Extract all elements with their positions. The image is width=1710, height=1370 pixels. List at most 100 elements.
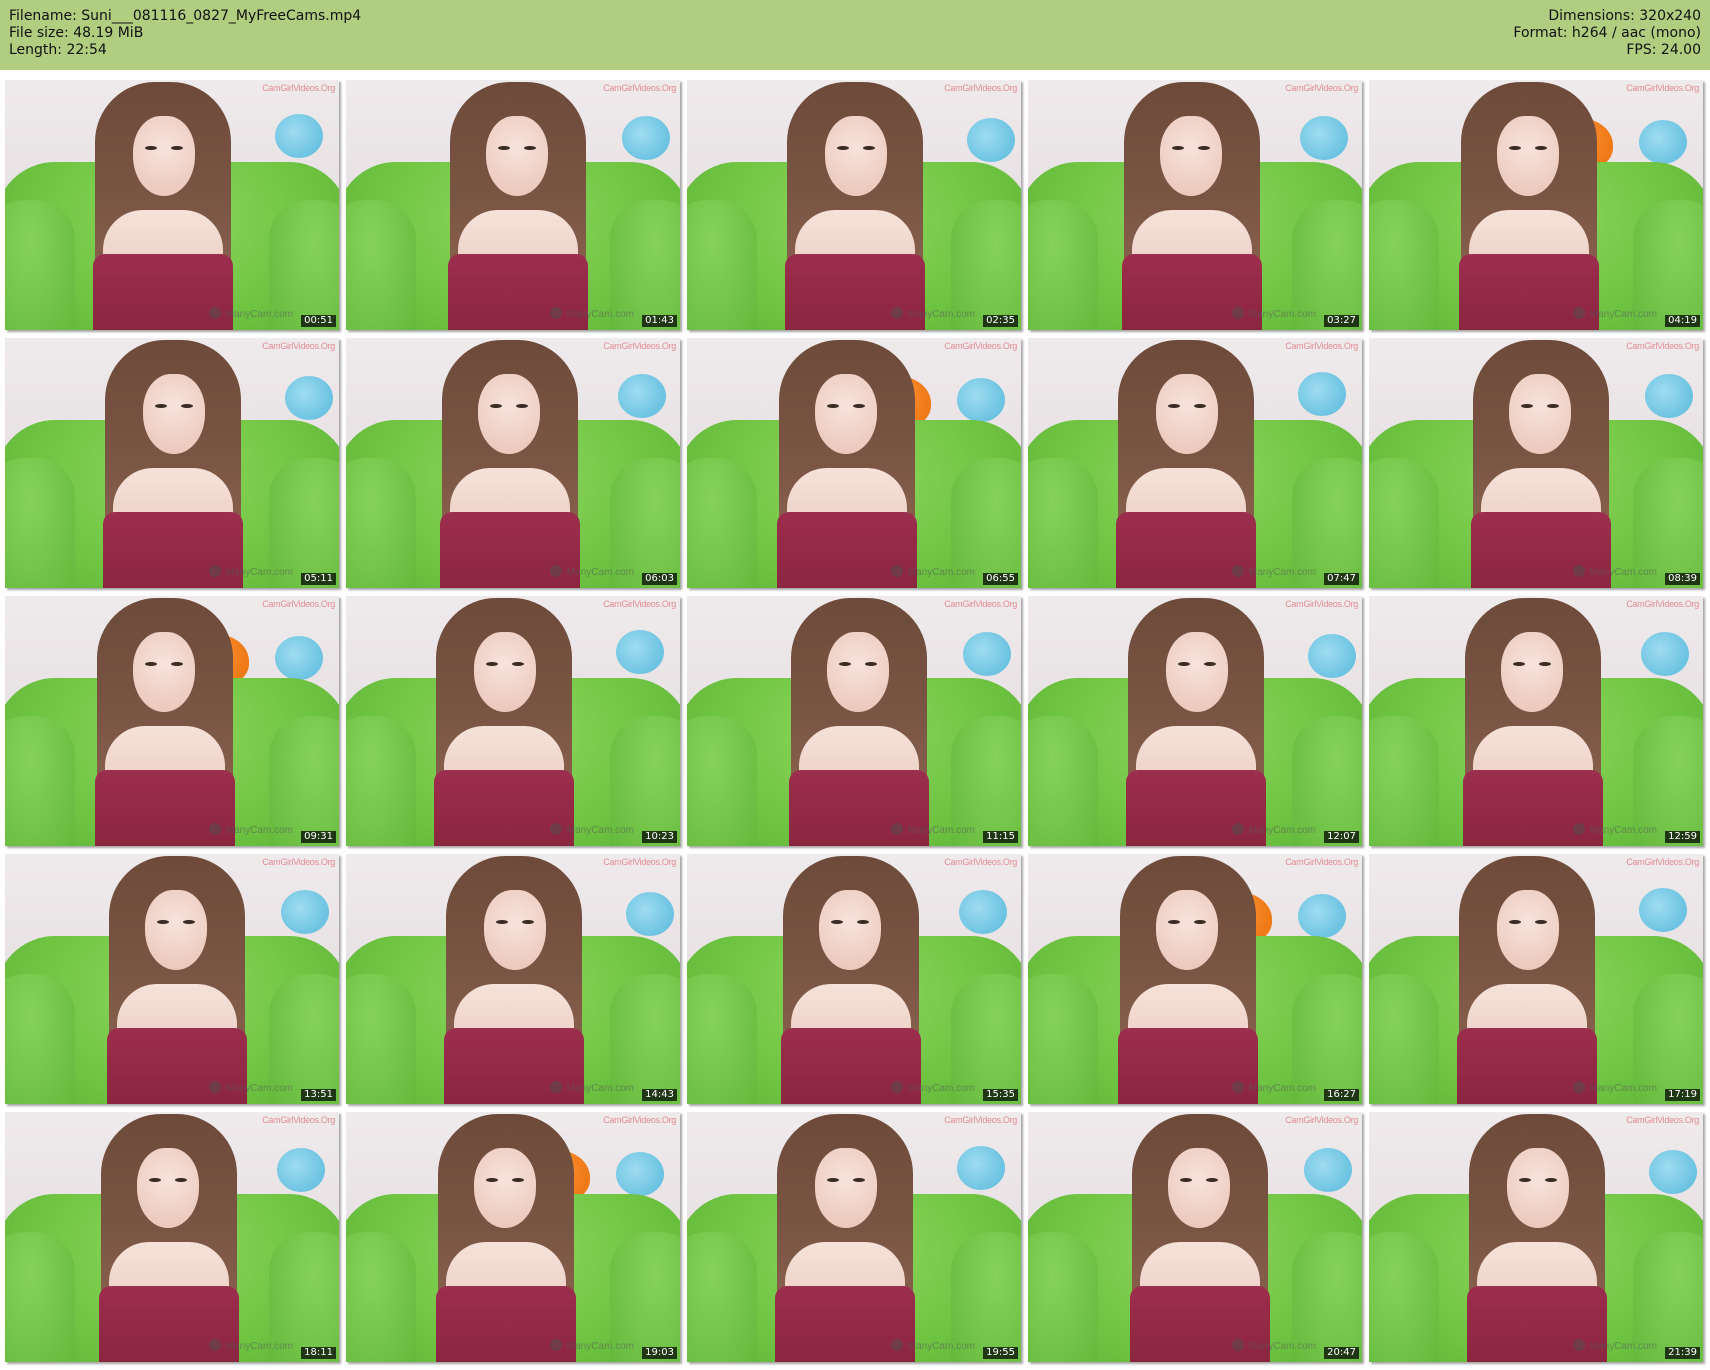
thumbnail-frame: CamGirlVideos.Org ManyCam.com 13:51 [5,854,339,1104]
face [1509,374,1571,454]
face [484,890,546,970]
timestamp-label: 21:39 [1665,1347,1700,1359]
timestamp-label: 02:35 [983,315,1018,327]
blue-pillow [277,1148,325,1192]
blue-pillow [1649,1150,1697,1194]
watermark-bottom: ManyCam.com [1573,565,1657,578]
watermark-bottom: ManyCam.com [209,823,293,836]
blue-pillow [285,376,333,420]
thumbnail-grid: CamGirlVideos.Org ManyCam.com 00:51 CamGirl… [0,70,1710,1370]
timestamp-label: 15:35 [983,1089,1018,1101]
face [827,632,889,712]
sofa-arm-left [687,1232,757,1362]
sofa-arm-left [1369,458,1439,588]
face [133,116,195,196]
face [825,116,887,196]
face [1497,890,1559,970]
sofa-arm-left [5,200,75,330]
watermark-top: CamGirlVideos.Org [262,857,335,867]
sofa-arm-left [346,974,416,1104]
blue-pillow [1639,120,1687,164]
header-right: Dimensions: 320x240 Format: h264 / aac (… [1513,8,1701,59]
sofa-arm-left [687,458,757,588]
face [1501,632,1563,712]
timestamp-label: 00:51 [301,315,336,327]
watermark-bottom: ManyCam.com [209,1081,293,1094]
face [1156,890,1218,970]
thumbnail-frame: CamGirlVideos.Org ManyCam.com 15:35 [687,854,1021,1104]
watermark-top: CamGirlVideos.Org [1626,857,1699,867]
sofa-arm-left [687,716,757,846]
watermark-top: CamGirlVideos.Org [1626,341,1699,351]
thumbnail-frame: CamGirlVideos.Org ManyCam.com 12:59 [1369,596,1703,846]
watermark-bottom: ManyCam.com [1573,1339,1657,1352]
thumbnail-frame: CamGirlVideos.Org ManyCam.com 19:55 [687,1112,1021,1362]
blue-pillow [618,374,666,418]
blue-pillow [1300,116,1348,160]
timestamp-label: 17:19 [1665,1089,1700,1101]
timestamp-label: 14:43 [642,1089,677,1101]
face [145,890,207,970]
face [1507,1148,1569,1228]
blue-pillow [281,890,329,934]
length-label: Length: 22:54 [9,42,107,58]
blue-pillow [1298,894,1346,938]
watermark-top: CamGirlVideos.Org [603,857,676,867]
format-label: Format: h264 / aac (mono) [1513,25,1701,41]
watermark-top: CamGirlVideos.Org [262,83,335,93]
thumbnail-frame: CamGirlVideos.Org ManyCam.com 11:15 [687,596,1021,846]
face [478,374,540,454]
timestamp-label: 07:47 [1324,573,1359,585]
thumbnail-frame: CamGirlVideos.Org ManyCam.com 12:07 [1028,596,1362,846]
watermark-top: CamGirlVideos.Org [262,1115,335,1125]
watermark-bottom: ManyCam.com [891,565,975,578]
fps-label: FPS: 24.00 [1626,42,1701,58]
watermark-bottom: ManyCam.com [550,565,634,578]
watermark-top: CamGirlVideos.Org [1626,1115,1699,1125]
info-header: Filename: Suni___081116_0827_MyFreeCams.… [0,0,1710,70]
sofa-arm-left [5,1232,75,1362]
thumbnail-frame: CamGirlVideos.Org ManyCam.com 20:47 [1028,1112,1362,1362]
watermark-top: CamGirlVideos.Org [603,599,676,609]
blue-pillow [957,378,1005,422]
watermark-bottom: ManyCam.com [1232,1081,1316,1094]
thumbnail-frame: CamGirlVideos.Org ManyCam.com 06:03 [346,338,680,588]
thumbnail-frame: CamGirlVideos.Org ManyCam.com 19:03 [346,1112,680,1362]
thumbnail-frame: CamGirlVideos.Org ManyCam.com 07:47 [1028,338,1362,588]
face [815,374,877,454]
filename-label: Filename: Suni___081116_0827_MyFreeCams.… [9,8,362,24]
watermark-top: CamGirlVideos.Org [1626,83,1699,93]
watermark-top: CamGirlVideos.Org [1285,83,1358,93]
face [1497,116,1559,196]
thumbnail-frame: CamGirlVideos.Org ManyCam.com 02:35 [687,80,1021,330]
blue-pillow [1298,372,1346,416]
sofa-arm-left [346,200,416,330]
sofa-arm-left [1369,716,1439,846]
face [819,890,881,970]
thumbnail-frame: CamGirlVideos.Org ManyCam.com 08:39 [1369,338,1703,588]
watermark-top: CamGirlVideos.Org [944,857,1017,867]
timestamp-label: 09:31 [301,831,336,843]
timestamp-label: 12:07 [1324,831,1359,843]
face [133,632,195,712]
face [474,1148,536,1228]
sofa-arm-left [346,1232,416,1362]
face [486,116,548,196]
timestamp-label: 11:15 [983,831,1018,843]
watermark-bottom: ManyCam.com [1232,565,1316,578]
sofa-arm-left [687,200,757,330]
blue-pillow [275,636,323,680]
blue-pillow [616,1152,664,1196]
blue-pillow [1641,632,1689,676]
blue-pillow [957,1146,1005,1190]
thumbnail-frame: CamGirlVideos.Org ManyCam.com 21:39 [1369,1112,1703,1362]
watermark-bottom: ManyCam.com [891,307,975,320]
watermark-bottom: ManyCam.com [209,1339,293,1352]
timestamp-label: 16:27 [1324,1089,1359,1101]
timestamp-label: 01:43 [642,315,677,327]
sofa-arm-left [1369,1232,1439,1362]
watermark-top: CamGirlVideos.Org [944,1115,1017,1125]
watermark-bottom: ManyCam.com [891,823,975,836]
watermark-top: CamGirlVideos.Org [1285,857,1358,867]
watermark-bottom: ManyCam.com [891,1339,975,1352]
